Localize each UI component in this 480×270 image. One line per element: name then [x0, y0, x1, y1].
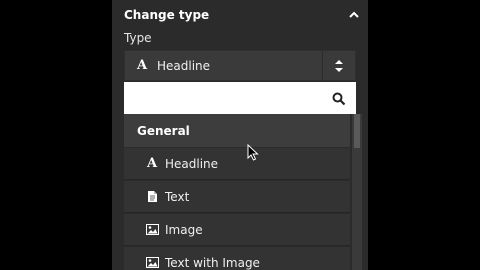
option-label: Image: [165, 222, 203, 237]
headline-icon: A: [146, 156, 158, 171]
option-text[interactable]: Text: [124, 181, 350, 213]
document-icon: [145, 191, 159, 202]
group-label: General: [137, 123, 190, 138]
option-label: Text with Image: [165, 255, 260, 270]
type-options-list: General A Headline Text Image Text with …: [124, 114, 362, 270]
image-icon: [145, 257, 159, 268]
list-scrollbar[interactable]: [352, 114, 362, 270]
up-down-arrows-icon[interactable]: [322, 51, 355, 80]
chevron-up-icon[interactable]: [348, 9, 360, 21]
search-input[interactable]: [124, 82, 324, 114]
scrollbar-thumb[interactable]: [354, 114, 360, 148]
image-icon: [145, 224, 159, 235]
option-headline[interactable]: A Headline: [124, 148, 350, 180]
type-select[interactable]: A Headline: [124, 50, 356, 81]
change-type-panel: Change type Type A Headline General A He…: [112, 0, 368, 270]
option-label: Headline: [165, 156, 219, 171]
search-row: [124, 82, 356, 114]
panel-header: Change type: [124, 6, 360, 24]
type-label: Type: [124, 31, 152, 45]
group-header-general: General: [124, 114, 350, 147]
mouse-cursor-icon: [247, 144, 259, 161]
option-label: Text: [165, 189, 190, 204]
option-image[interactable]: Image: [124, 214, 350, 246]
panel-title: Change type: [124, 8, 210, 22]
option-text-with-image[interactable]: Text with Image: [124, 247, 350, 270]
headline-icon: A: [137, 58, 148, 73]
type-select-value: Headline: [157, 58, 211, 73]
search-icon[interactable]: [332, 91, 346, 106]
